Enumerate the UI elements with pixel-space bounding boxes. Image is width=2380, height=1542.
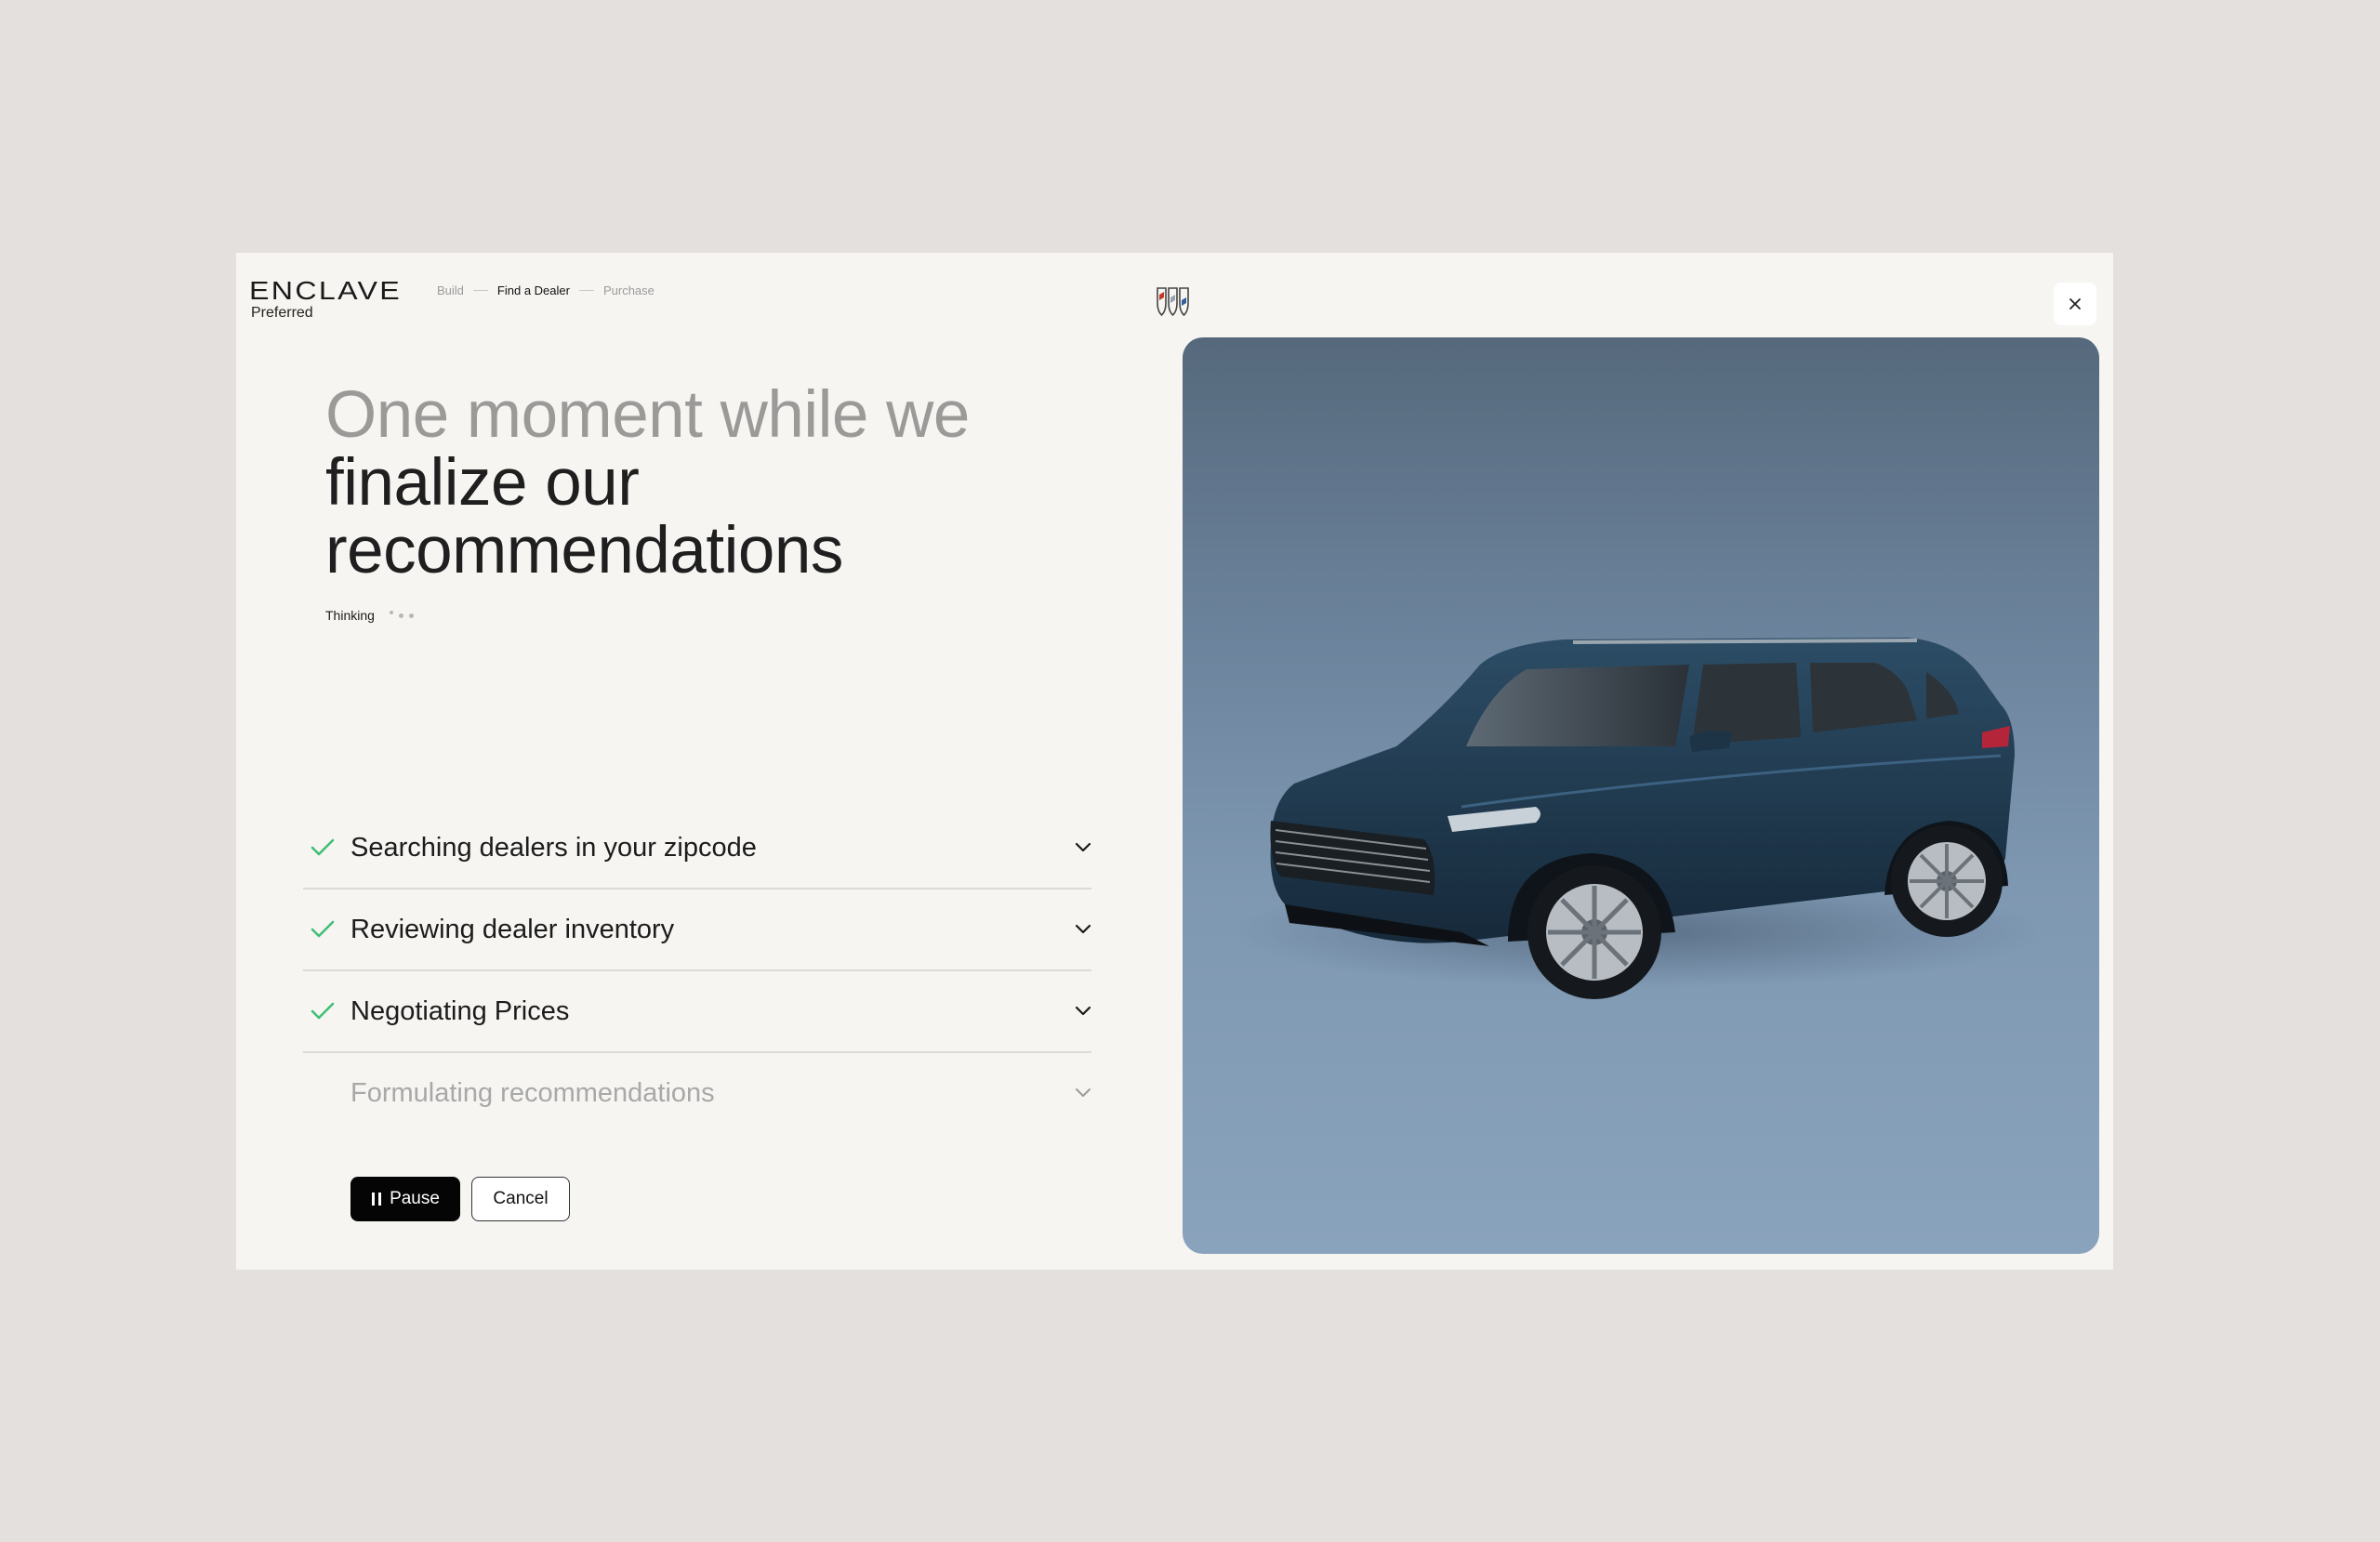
headline-strong: finalize our recommendations [325, 446, 843, 587]
step-build[interactable]: Build [437, 283, 464, 297]
vehicle-image [1229, 638, 2047, 999]
brand-logo: ENCLAVE Preferred [249, 277, 400, 322]
action-buttons: Pause Cancel [350, 1177, 570, 1221]
task-item-searching-dealers[interactable]: Searching dealers in your zipcode [303, 808, 1091, 890]
task-item-formulating-recommendations[interactable]: Formulating recommendations [303, 1053, 1091, 1133]
task-label: Negotiating Prices [350, 995, 570, 1026]
vehicle-image-panel [1183, 337, 2099, 1254]
step-find-dealer[interactable]: Find a Dealer [497, 283, 570, 297]
logo-trim: Preferred [251, 305, 313, 321]
logo-wordmark: ENCLAVE [249, 276, 403, 305]
chevron-down-icon[interactable] [1075, 1006, 1091, 1017]
task-list: Searching dealers in your zipcode Review… [303, 833, 1091, 1133]
check-icon [311, 1002, 335, 1020]
page-headline: One moment while we finalize our recomme… [325, 381, 976, 585]
close-button[interactable] [2054, 283, 2096, 325]
step-divider [578, 290, 594, 291]
thinking-label: Thinking [325, 608, 375, 623]
step-purchase[interactable]: Purchase [603, 283, 654, 297]
check-icon [311, 920, 335, 938]
thinking-indicator: Thinking [325, 608, 414, 623]
chevron-down-icon[interactable] [1075, 842, 1091, 853]
brand-shields-logo [1156, 286, 1191, 318]
check-icon [311, 838, 335, 856]
task-label: Searching dealers in your zipcode [350, 832, 757, 863]
shields-icon [1157, 287, 1189, 317]
chevron-down-icon[interactable] [1075, 924, 1091, 935]
chevron-down-icon[interactable] [1075, 1087, 1091, 1099]
cancel-button[interactable]: Cancel [471, 1177, 570, 1221]
headline-muted: One moment while we [325, 378, 970, 452]
step-divider [472, 290, 488, 291]
task-label: Reviewing dealer inventory [350, 914, 675, 944]
task-label: Formulating recommendations [350, 1077, 715, 1108]
loading-dots [389, 611, 414, 618]
close-icon [2069, 298, 2081, 310]
pause-button[interactable]: Pause [350, 1177, 460, 1221]
task-item-negotiating-prices[interactable]: Negotiating Prices [303, 971, 1091, 1053]
pause-icon [372, 1193, 382, 1206]
task-item-reviewing-inventory[interactable]: Reviewing dealer inventory [303, 890, 1091, 971]
pause-label: Pause [390, 1189, 440, 1208]
progress-steps: Build Find a Dealer Purchase [437, 283, 654, 297]
recommendation-modal: ENCLAVE Preferred Build Find a Dealer Pu… [236, 253, 2113, 1270]
